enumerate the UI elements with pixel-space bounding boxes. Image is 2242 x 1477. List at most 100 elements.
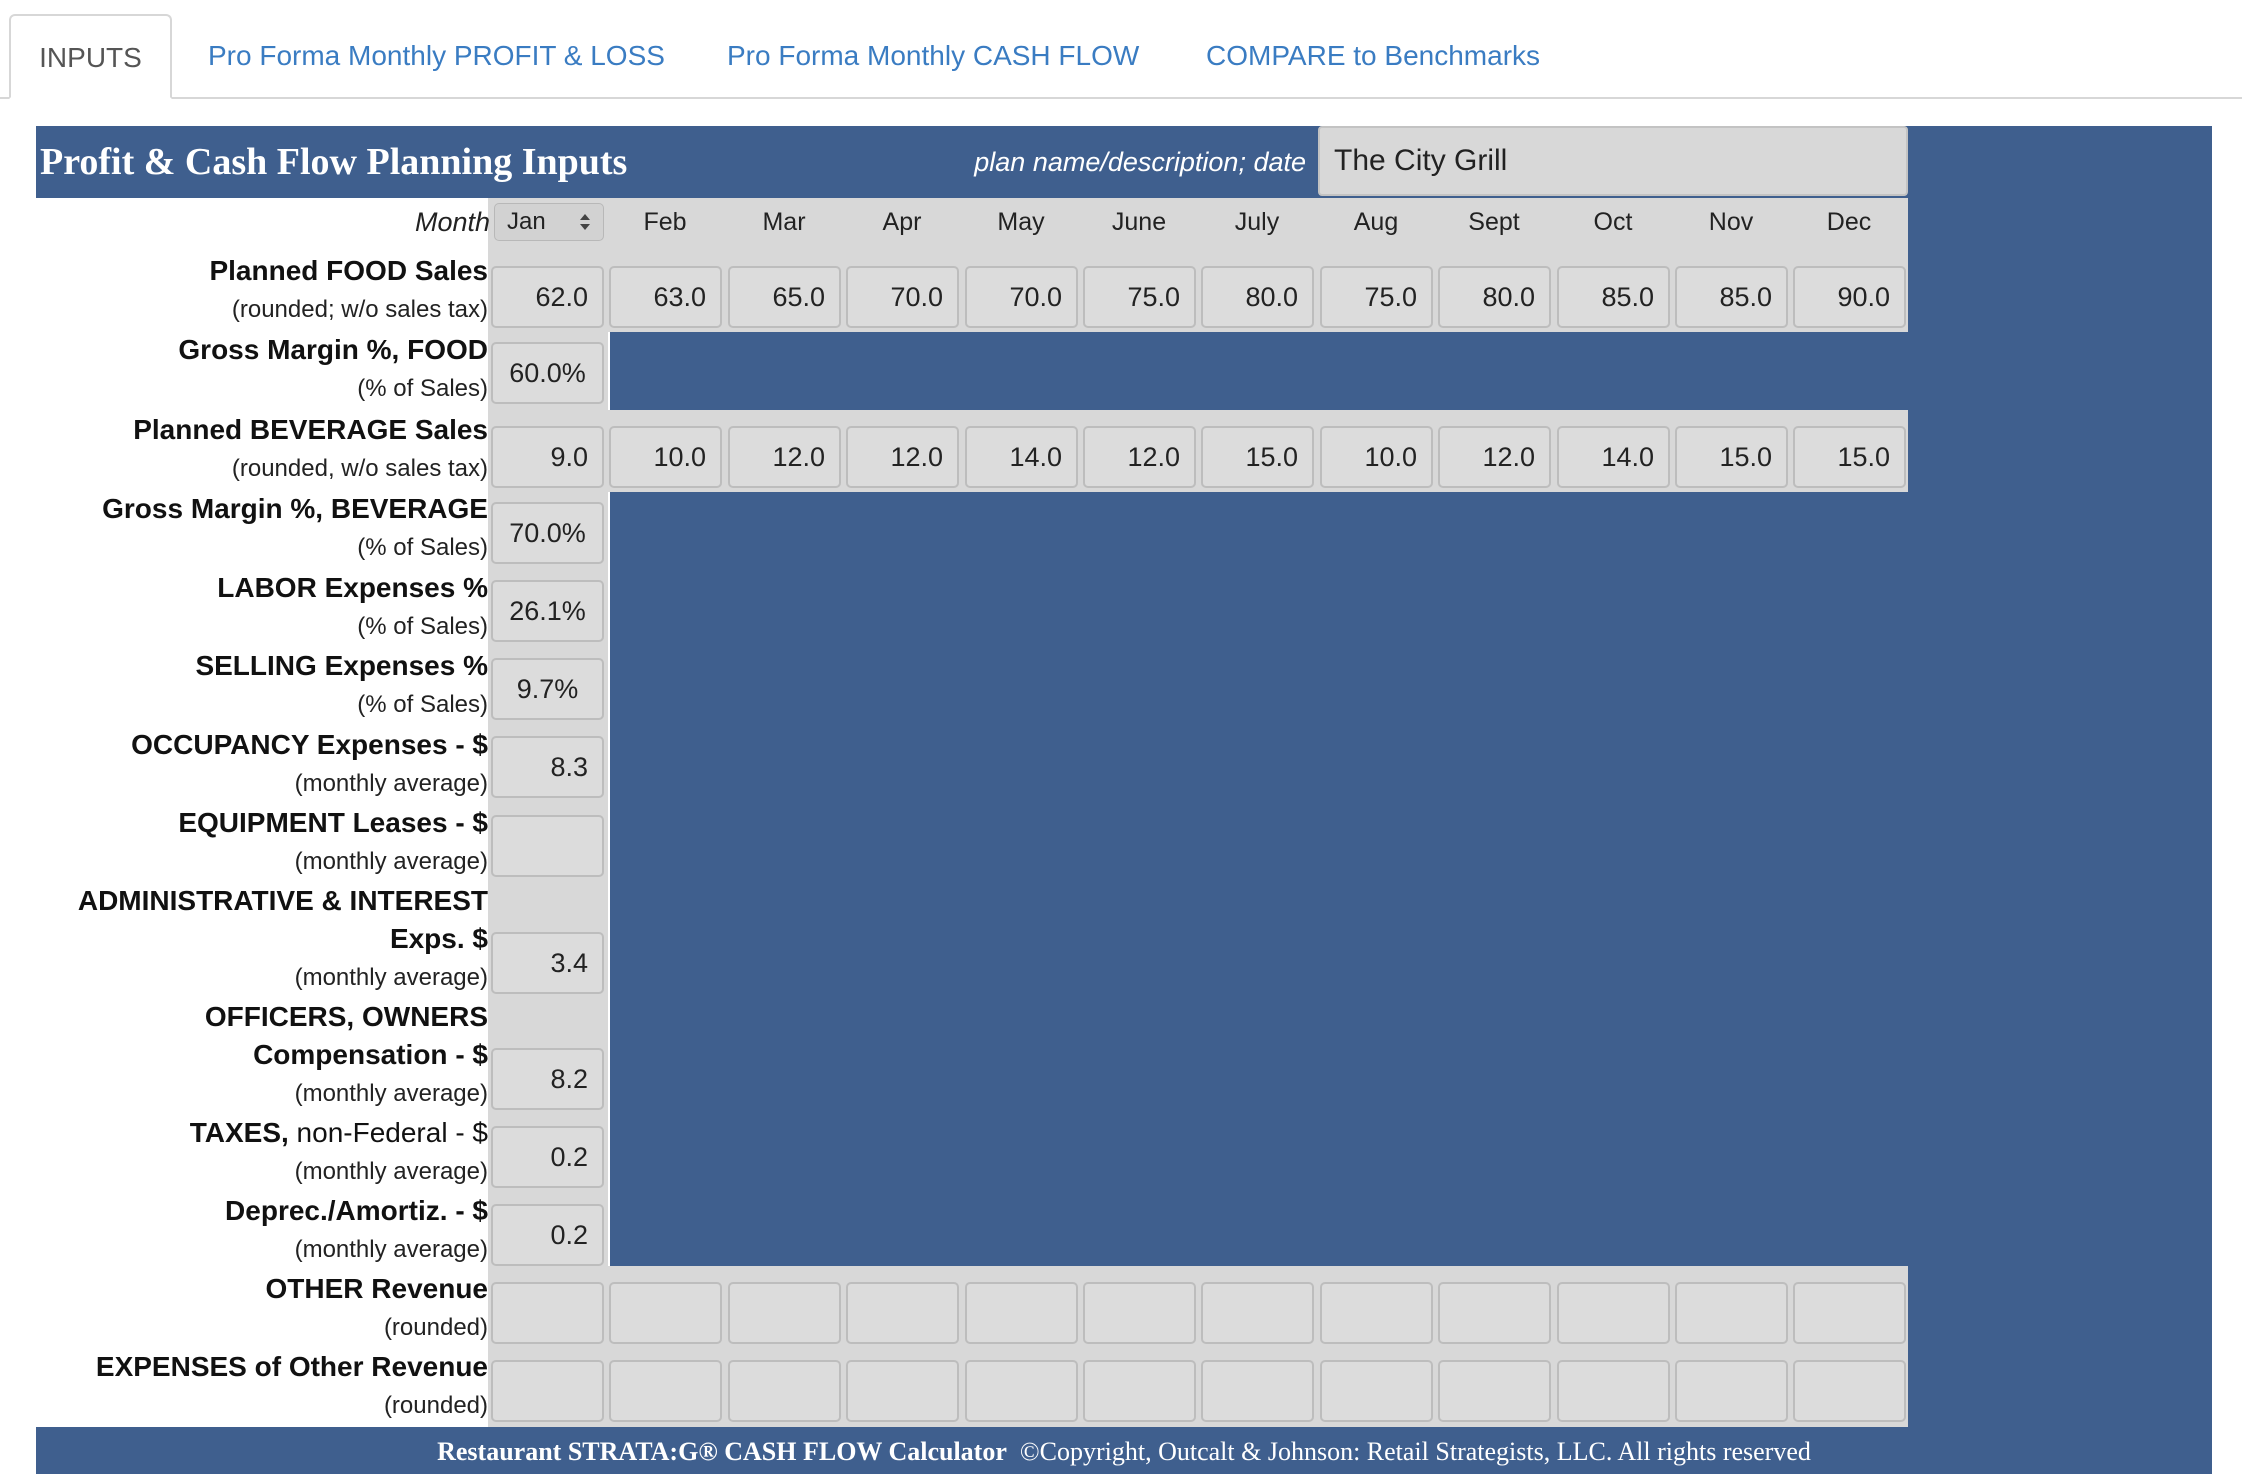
food-sales-input[interactable]: 85.0 [1557, 266, 1670, 328]
expenses-other-revenue-input[interactable] [728, 1360, 841, 1422]
start-month-select[interactable]: Jan [494, 203, 604, 241]
labor-label: LABOR Expenses % [217, 572, 488, 603]
other-revenue-input[interactable] [1083, 1282, 1196, 1344]
gm-food-sublabel: (% of Sales) [357, 375, 488, 402]
equipment-input[interactable] [491, 815, 604, 877]
month-header: Dec [1826, 208, 1872, 236]
gm-bev-input[interactable]: 70.0% [491, 502, 604, 564]
month-header: Feb [643, 208, 687, 236]
month-header: June [1111, 208, 1167, 236]
expenses-other-revenue-input[interactable] [1557, 1360, 1670, 1422]
other-revenue-input[interactable] [1557, 1282, 1670, 1344]
other-revenue-input[interactable] [609, 1282, 722, 1344]
start-month-value: Jan [507, 208, 546, 235]
beverage-sales-input[interactable]: 9.0 [491, 426, 604, 488]
expenses-other-revenue-input[interactable] [491, 1360, 604, 1422]
deprec-label: Deprec./Amortiz. - $ [225, 1195, 488, 1226]
selling-input[interactable]: 9.7% [491, 658, 604, 720]
beverage-sales-input[interactable]: 12.0 [1083, 426, 1196, 488]
tab-compare-benchmarks[interactable]: COMPARE to Benchmarks [1206, 14, 1540, 97]
other-revenue-input[interactable] [1201, 1282, 1314, 1344]
beverage-sales-input[interactable]: 15.0 [1675, 426, 1788, 488]
selling-label: SELLING Expenses % [195, 650, 488, 681]
expenses-other-revenue-input[interactable] [1083, 1360, 1196, 1422]
expenses-other-revenue-input[interactable] [1320, 1360, 1433, 1422]
deprec-sublabel: (monthly average) [294, 1236, 488, 1263]
food-sales-input[interactable]: 75.0 [1320, 266, 1433, 328]
footer: Restaurant STRATA:G® CASH FLOW Calculato… [36, 1427, 2212, 1474]
month-header: Apr [882, 208, 922, 236]
beverage-sales-input[interactable]: 14.0 [1557, 426, 1670, 488]
expenses-other-revenue-input[interactable] [1201, 1360, 1314, 1422]
expenses-other-revenue-input[interactable] [609, 1360, 722, 1422]
month-header: May [997, 208, 1045, 236]
bev-sales-sublabel: (rounded, w/o sales tax) [231, 455, 488, 482]
month-label: Month [414, 207, 490, 237]
beverage-sales-input[interactable]: 12.0 [846, 426, 959, 488]
month-header: Oct [1593, 208, 1633, 236]
footer-copyright: ©Copyright, Outcalt & Johnson: Retail St… [1019, 1437, 1811, 1466]
deprec-input[interactable]: 0.2 [491, 1204, 604, 1266]
other-revenue-input[interactable] [1793, 1282, 1906, 1344]
food-sales-input[interactable]: 62.0 [491, 266, 604, 328]
admin-input[interactable]: 3.4 [491, 932, 604, 994]
officers-label-line2: Compensation - $ [253, 1039, 488, 1070]
gm-food-input[interactable]: 60.0% [491, 342, 604, 404]
gm-bev-label: Gross Margin %, BEVERAGE [102, 493, 488, 524]
expenses-other-revenue-input[interactable] [1793, 1360, 1906, 1422]
beverage-sales-input[interactable]: 10.0 [1320, 426, 1433, 488]
other-revenue-input[interactable] [1675, 1282, 1788, 1344]
food-sales-input[interactable]: 90.0 [1793, 266, 1906, 328]
taxes-label-bold: TAXES, [189, 1117, 289, 1148]
other-revenue-input[interactable] [1320, 1282, 1433, 1344]
page-title: Profit & Cash Flow Planning Inputs [40, 141, 628, 183]
month-header: Aug [1353, 208, 1399, 236]
beverage-sales-input[interactable]: 15.0 [1793, 426, 1906, 488]
expenses-other-revenue-input[interactable] [846, 1360, 959, 1422]
footer-product: Restaurant STRATA:G® CASH FLOW Calculato… [437, 1437, 1007, 1466]
month-header: Sept [1468, 208, 1520, 236]
other-revenue-input[interactable] [728, 1282, 841, 1344]
food-sales-input[interactable]: 80.0 [1201, 266, 1314, 328]
tab-bar: INPUTS Pro Forma Monthly PROFIT & LOSS P… [0, 0, 2242, 99]
beverage-sales-input[interactable]: 10.0 [609, 426, 722, 488]
officers-input[interactable]: 8.2 [491, 1048, 604, 1110]
exp-other-revenue-label: EXPENSES of Other Revenue [95, 1351, 488, 1382]
beverage-sales-input[interactable]: 15.0 [1201, 426, 1314, 488]
occupancy-input[interactable]: 8.3 [491, 736, 604, 798]
food-sales-input[interactable]: 70.0 [965, 266, 1078, 328]
tab-profit-loss[interactable]: Pro Forma Monthly PROFIT & LOSS [208, 14, 665, 97]
month-header: Mar [762, 208, 806, 236]
expenses-other-revenue-input[interactable] [965, 1360, 1078, 1422]
food-sales-input[interactable]: 70.0 [846, 266, 959, 328]
food-sales-input[interactable]: 65.0 [728, 266, 841, 328]
other-revenue-label: OTHER Revenue [265, 1273, 489, 1304]
expenses-other-revenue-input[interactable] [1675, 1360, 1788, 1422]
officers-sublabel: (monthly average) [294, 1080, 488, 1107]
plan-name-input[interactable]: The City Grill [1318, 126, 1908, 196]
other-revenue-input[interactable] [491, 1282, 604, 1344]
beverage-sales-input[interactable]: 12.0 [728, 426, 841, 488]
month-header: July [1234, 208, 1280, 236]
occupancy-sublabel: (monthly average) [294, 770, 488, 797]
plan-name-label: plan name/description; date [974, 147, 1306, 177]
other-revenue-input[interactable] [846, 1282, 959, 1344]
tab-inputs[interactable]: INPUTS [9, 14, 172, 99]
food-sales-input[interactable]: 63.0 [609, 266, 722, 328]
admin-sublabel: (monthly average) [294, 964, 488, 991]
food-sales-input[interactable]: 85.0 [1675, 266, 1788, 328]
beverage-sales-input[interactable]: 12.0 [1438, 426, 1551, 488]
beverage-sales-input[interactable]: 14.0 [965, 426, 1078, 488]
food-sales-input[interactable]: 75.0 [1083, 266, 1196, 328]
taxes-label-rest: non-Federal - $ [288, 1117, 488, 1148]
labor-input[interactable]: 26.1% [491, 580, 604, 642]
expenses-other-revenue-input[interactable] [1438, 1360, 1551, 1422]
labor-sublabel: (% of Sales) [357, 613, 488, 640]
food-sales-label: Planned FOOD Sales [209, 255, 488, 286]
food-sales-input[interactable]: 80.0 [1438, 266, 1551, 328]
tab-cash-flow[interactable]: Pro Forma Monthly CASH FLOW [727, 14, 1139, 97]
other-revenue-input[interactable] [965, 1282, 1078, 1344]
food-sales-sublabel: (rounded; w/o sales tax) [231, 296, 488, 323]
other-revenue-input[interactable] [1438, 1282, 1551, 1344]
taxes-input[interactable]: 0.2 [491, 1126, 604, 1188]
